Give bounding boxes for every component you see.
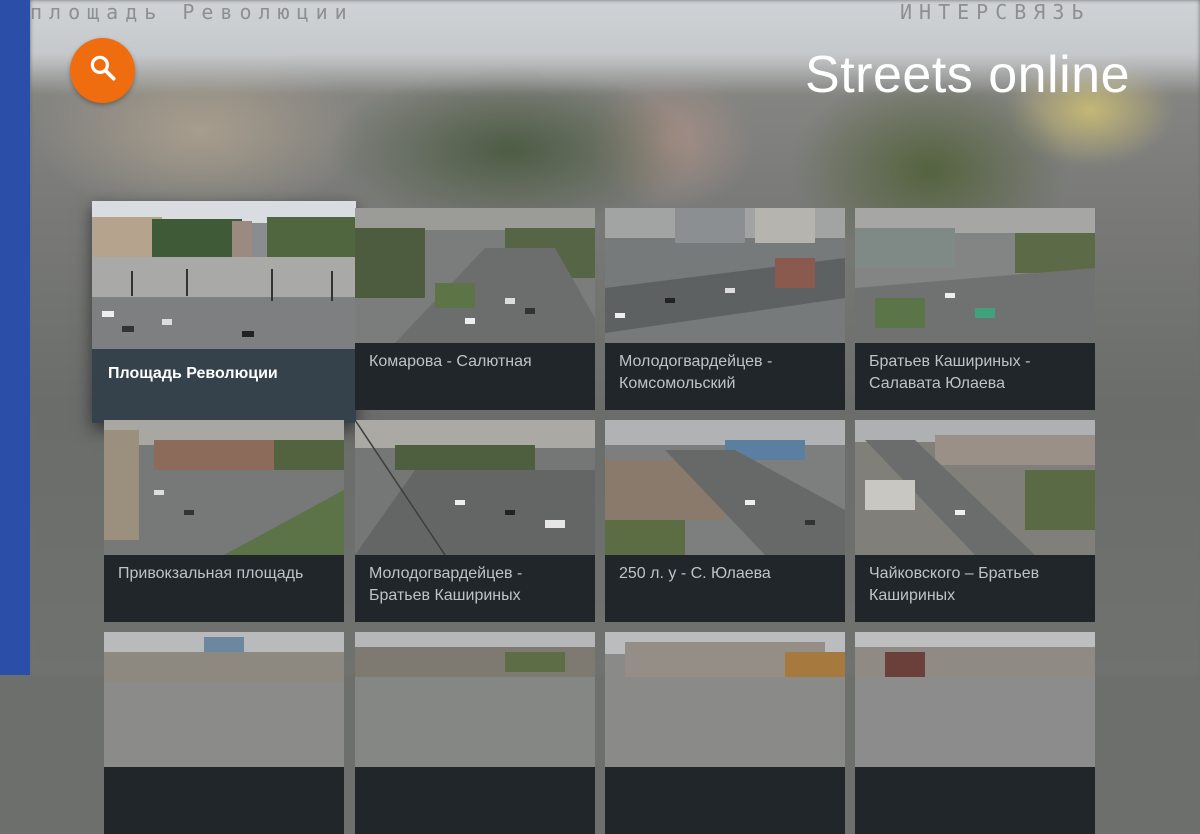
camera-card[interactable]: Молодогвардейцев - Комсомольский: [605, 208, 845, 410]
camera-thumbnail: [104, 420, 344, 555]
camera-thumbnail: [104, 632, 344, 767]
camera-card[interactable]: Привокзальная площадь: [104, 420, 344, 622]
camera-card[interactable]: Братьев Кашириных - Салавата Юлаева: [855, 208, 1095, 410]
camera-thumbnail: [855, 208, 1095, 343]
app-title: Streets online: [805, 46, 1130, 104]
camera-card[interactable]: [104, 632, 344, 834]
camera-label: Молодогвардейцев - Комсомольский: [619, 353, 773, 392]
camera-card[interactable]: Площадь Революции: [92, 201, 356, 423]
camera-card[interactable]: [605, 632, 845, 834]
camera-card[interactable]: Комарова - Салютная: [355, 208, 595, 410]
camera-label: Молодогвардейцев - Братьев Кашириных: [369, 565, 523, 604]
camera-label: Чайковского – Братьев Кашириных: [869, 565, 1040, 604]
camera-thumbnail: [605, 420, 845, 555]
camera-label: 250 л. у - С. Юлаева: [619, 565, 771, 582]
camera-card[interactable]: Чайковского – Братьев Кашириных: [855, 420, 1095, 622]
camera-thumbnail: [92, 201, 356, 349]
camera-card[interactable]: Молодогвардейцев - Братьев Кашириных: [355, 420, 595, 622]
background-caption-right: ИНТЕРСВЯЗЬ: [900, 0, 1091, 24]
camera-thumbnail: [355, 420, 595, 555]
camera-label: Привокзальная площадь: [118, 565, 304, 582]
camera-thumbnail: [605, 632, 845, 767]
search-icon: [88, 53, 118, 88]
camera-thumbnail: [605, 208, 845, 343]
background-caption-left: площадь Революции: [30, 0, 354, 24]
camera-card[interactable]: [355, 632, 595, 834]
camera-thumbnail: [855, 632, 1095, 767]
camera-thumbnail: [855, 420, 1095, 555]
camera-card[interactable]: [855, 632, 1095, 834]
side-accent-bar: [0, 0, 30, 675]
camera-card[interactable]: 250 л. у - С. Юлаева: [605, 420, 845, 622]
camera-label: Комарова - Салютная: [369, 353, 532, 370]
camera-label: Площадь Революции: [108, 365, 278, 382]
camera-label: Братьев Кашириных - Салавата Юлаева: [869, 353, 1031, 392]
camera-thumbnail: [355, 632, 595, 767]
camera-thumbnail: [355, 208, 595, 343]
search-button[interactable]: [70, 38, 135, 103]
